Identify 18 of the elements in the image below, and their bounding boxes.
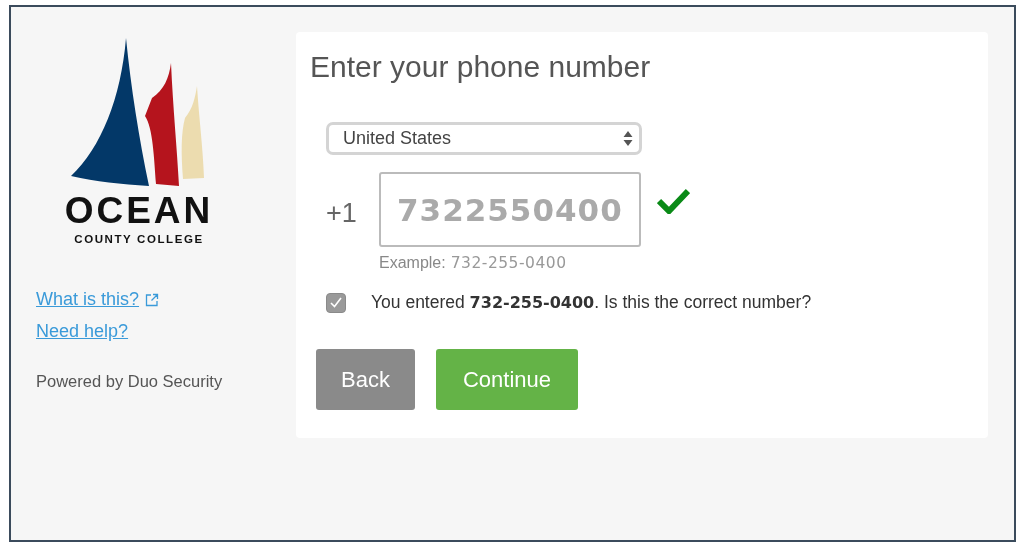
- page-title: Enter your phone number: [310, 50, 652, 84]
- country-dropdown[interactable]: United States: [326, 122, 642, 155]
- tick-icon: [330, 297, 342, 308]
- example-number: 732-255-0400: [450, 254, 567, 272]
- continue-button[interactable]: Continue: [435, 349, 578, 410]
- help-link[interactable]: Need help?: [36, 321, 129, 342]
- stepper-arrows-icon: [623, 130, 633, 147]
- external-link-icon: [145, 292, 160, 307]
- logo-subtitle: COUNTY COLLEGE: [74, 233, 204, 245]
- logo-wordmark: OCEAN: [64, 192, 214, 229]
- checkbox[interactable]: [326, 292, 346, 313]
- phone-input-field[interactable]: 7322550400: [379, 172, 641, 247]
- back-button[interactable]: Back: [316, 349, 415, 410]
- powered-by-text: Powered by Duo Security: [36, 372, 224, 391]
- help-link[interactable]: What is this?: [36, 289, 140, 310]
- example-label: Example:: [379, 254, 446, 272]
- country-code: +1: [326, 198, 358, 229]
- confirm-text: You entered 732-255-0400. Is this the correct number?: [371, 292, 812, 313]
